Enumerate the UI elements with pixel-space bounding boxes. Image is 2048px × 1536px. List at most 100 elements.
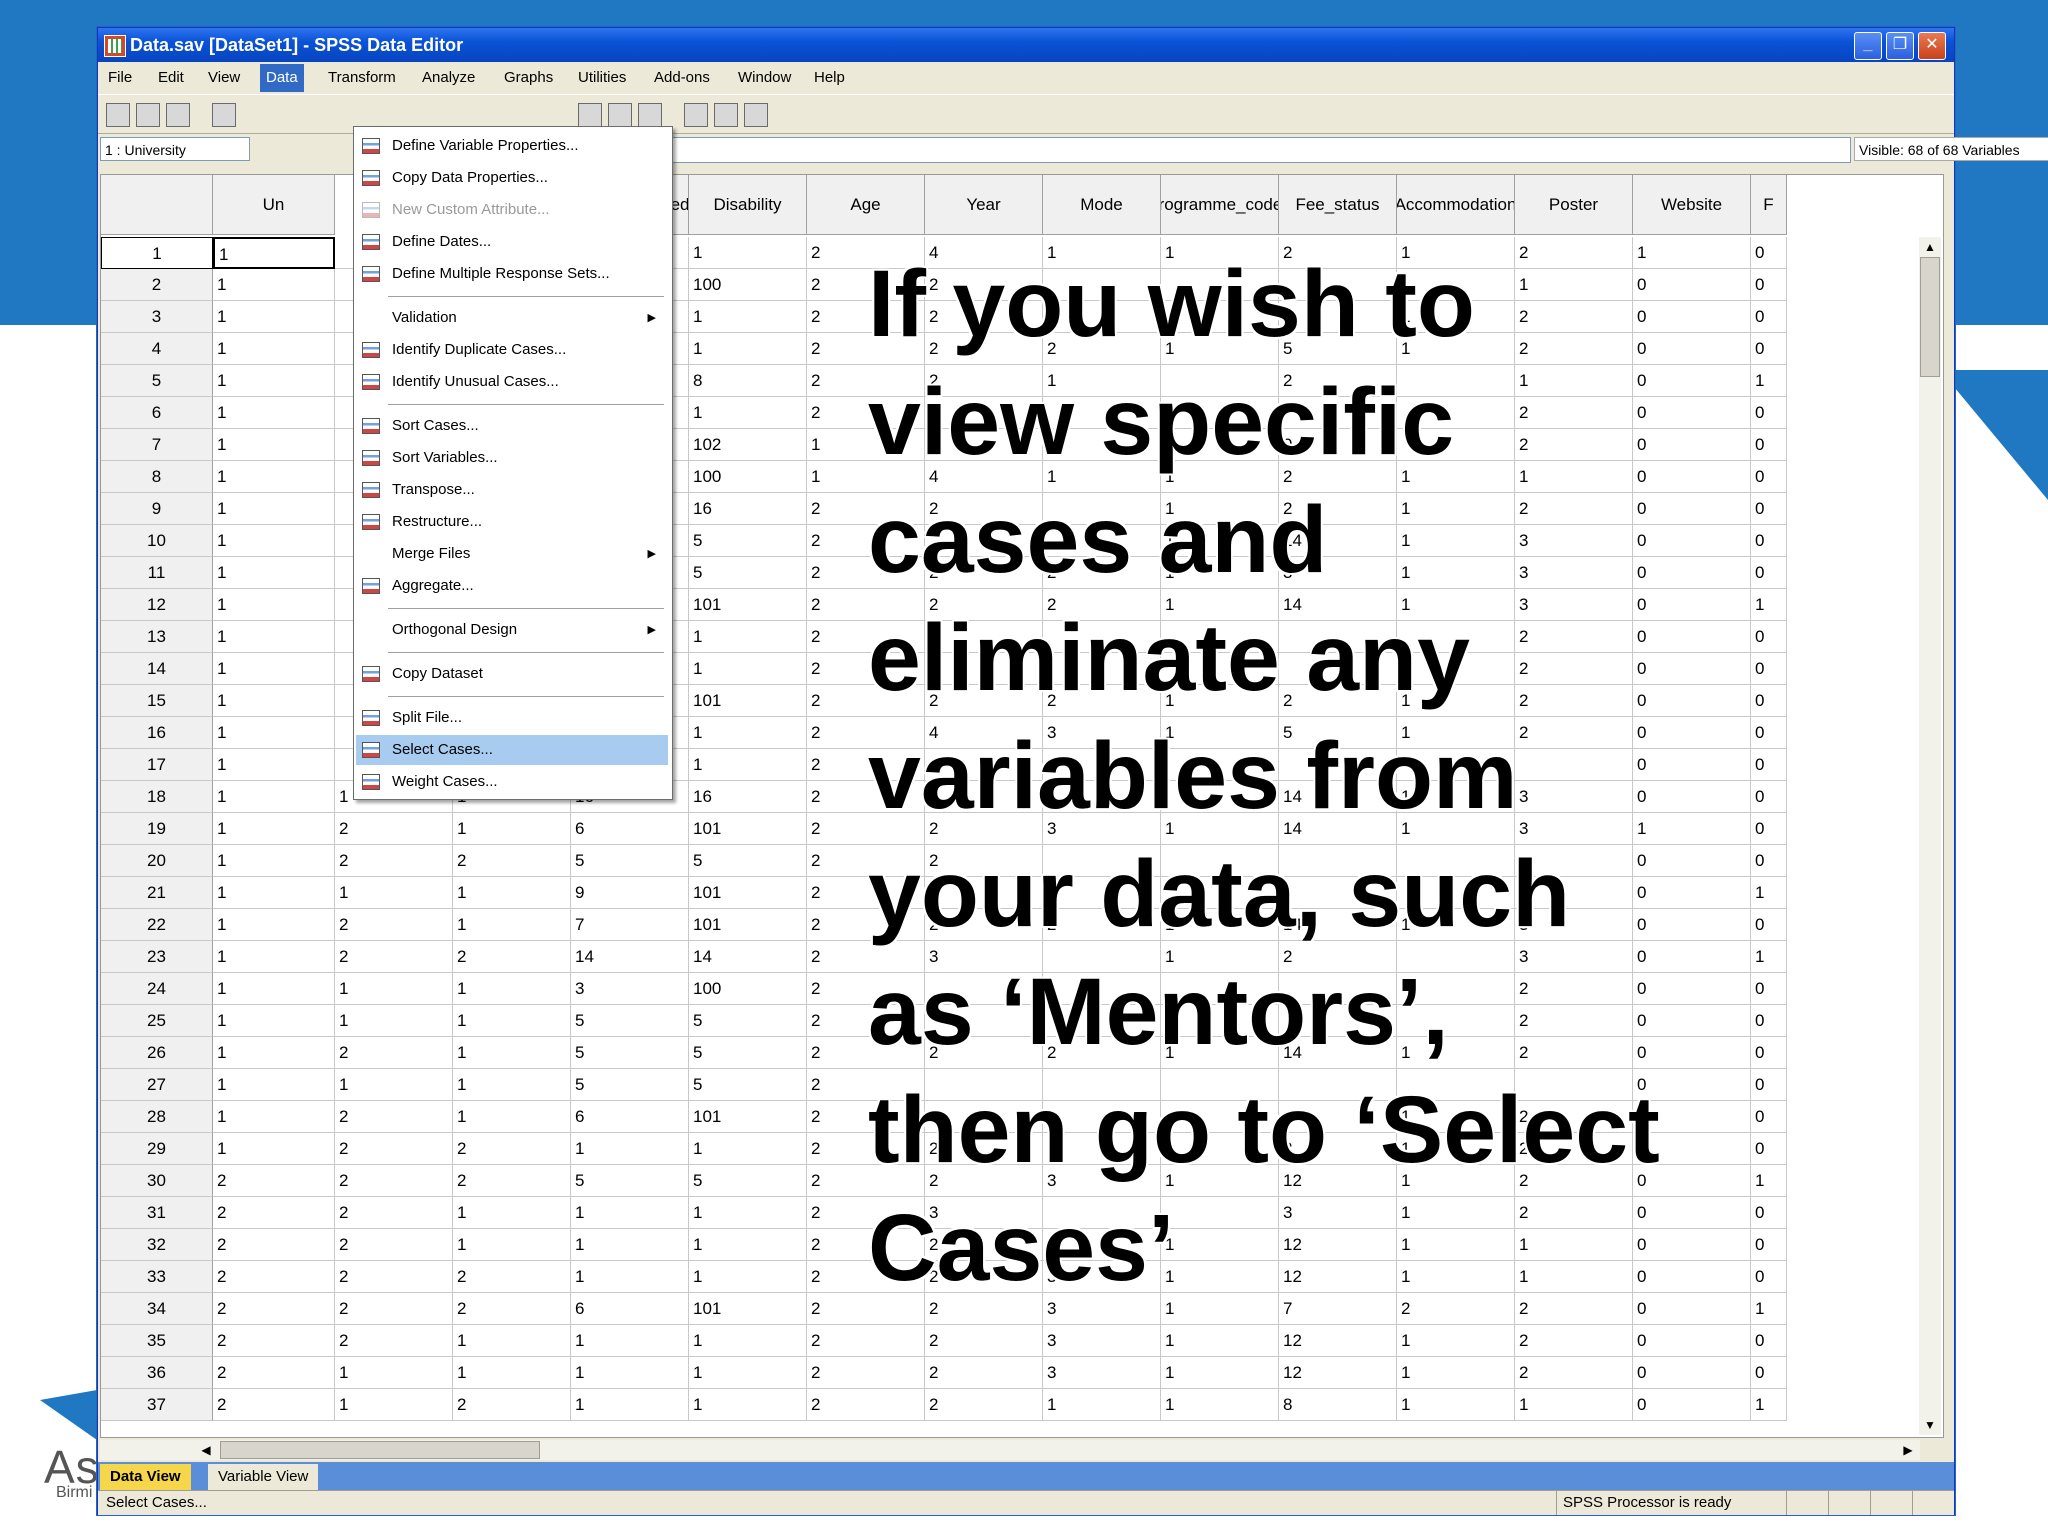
grid-cell[interactable]: 2: [335, 1165, 453, 1197]
close-button[interactable]: ✕: [1918, 32, 1946, 60]
menu-item-sort-variables[interactable]: Sort Variables...: [356, 443, 668, 473]
grid-cell[interactable]: 1: [213, 397, 335, 429]
grid-cell[interactable]: 3: [571, 973, 689, 1005]
grid-cell[interactable]: 0: [1633, 1389, 1751, 1421]
menu-edit[interactable]: Edit: [152, 64, 190, 92]
grid-cell[interactable]: 1: [213, 845, 335, 877]
grid-cell[interactable]: 2: [453, 941, 571, 973]
grid-cell[interactable]: 16: [689, 493, 807, 525]
row-header[interactable]: 14: [101, 653, 213, 685]
grid-cell[interactable]: 1: [213, 557, 335, 589]
column-header[interactable]: Fee_status: [1279, 175, 1397, 235]
grid-cell[interactable]: 2: [925, 1325, 1043, 1357]
row-header[interactable]: 4: [101, 333, 213, 365]
split-file-icon[interactable]: [578, 103, 602, 127]
scroll-up-icon[interactable]: ▲: [1919, 237, 1941, 257]
grid-cell[interactable]: 5: [689, 1037, 807, 1069]
dialog-recall-icon[interactable]: [212, 103, 236, 127]
grid-cell[interactable]: 1: [689, 237, 807, 269]
grid-cell[interactable]: 2: [213, 1261, 335, 1293]
menu-transform[interactable]: Transform: [322, 64, 402, 92]
grid-cell[interactable]: 1: [1751, 1389, 1787, 1421]
grid-cell[interactable]: 1: [213, 1069, 335, 1101]
column-header[interactable]: Poster: [1515, 175, 1633, 235]
grid-cell[interactable]: 1: [213, 1133, 335, 1165]
tab-data-view[interactable]: Data View: [100, 1464, 191, 1490]
grid-cell[interactable]: 1: [213, 269, 335, 301]
grid-cell[interactable]: 100: [689, 461, 807, 493]
column-header[interactable]: Mode: [1043, 175, 1161, 235]
grid-cell[interactable]: 2: [335, 1293, 453, 1325]
grid-cell[interactable]: 8: [689, 365, 807, 397]
grid-cell[interactable]: 2: [335, 813, 453, 845]
title-bar[interactable]: Data.sav [DataSet1] - SPSS Data Editor _…: [98, 28, 1954, 62]
grid-cell[interactable]: 1: [689, 1325, 807, 1357]
grid-cell[interactable]: 2: [335, 1197, 453, 1229]
grid-cell[interactable]: 1: [335, 1005, 453, 1037]
menu-item-validation[interactable]: Validation ▶: [356, 303, 668, 333]
row-header[interactable]: 33: [101, 1261, 213, 1293]
menu-item-aggregate[interactable]: Aggregate...: [356, 571, 668, 601]
grid-cell[interactable]: 2: [335, 941, 453, 973]
menu-graphs[interactable]: Graphs: [498, 64, 559, 92]
row-header[interactable]: 11: [101, 557, 213, 589]
grid-cell[interactable]: 9: [571, 877, 689, 909]
open-icon[interactable]: [106, 103, 130, 127]
grid-cell[interactable]: 1: [1161, 1389, 1279, 1421]
grid-cell[interactable]: 5: [689, 525, 807, 557]
menu-help[interactable]: Help: [808, 64, 851, 92]
grid-cell[interactable]: 5: [689, 845, 807, 877]
grid-cell[interactable]: 1: [453, 813, 571, 845]
grid-cell[interactable]: 3: [1043, 1325, 1161, 1357]
grid-cell[interactable]: 2: [1515, 1325, 1633, 1357]
menu-item-define-variable-properties[interactable]: Define Variable Properties...: [356, 131, 668, 161]
grid-cell[interactable]: 2: [335, 1101, 453, 1133]
grid-cell[interactable]: 5: [689, 557, 807, 589]
row-header[interactable]: 28: [101, 1101, 213, 1133]
grid-cell[interactable]: 1: [689, 1133, 807, 1165]
row-header[interactable]: 30: [101, 1165, 213, 1197]
menu-item-split-file[interactable]: Split File...: [356, 703, 668, 733]
grid-cell[interactable]: 0: [1751, 1325, 1787, 1357]
grid-cell[interactable]: 1: [1397, 1357, 1515, 1389]
grid-cell[interactable]: 1: [213, 685, 335, 717]
grid-cell[interactable]: 2: [213, 1389, 335, 1421]
grid-cell[interactable]: 1: [213, 589, 335, 621]
column-header[interactable]: Un: [213, 175, 335, 235]
grid-cell[interactable]: 1: [571, 1357, 689, 1389]
grid-cell[interactable]: 1: [689, 1389, 807, 1421]
column-header[interactable]: Disability: [689, 175, 807, 235]
grid-cell[interactable]: 1: [213, 525, 335, 557]
menu-item-copy-dataset[interactable]: Copy Dataset: [356, 659, 668, 689]
row-header[interactable]: 25: [101, 1005, 213, 1037]
row-header[interactable]: 3: [101, 301, 213, 333]
row-header[interactable]: 13: [101, 621, 213, 653]
grid-cell[interactable]: 101: [689, 877, 807, 909]
row-header[interactable]: 21: [101, 877, 213, 909]
grid-cell[interactable]: 1: [213, 301, 335, 333]
grid-cell[interactable]: 2: [213, 1197, 335, 1229]
grid-cell[interactable]: 2: [335, 1229, 453, 1261]
vertical-scrollbar[interactable]: ▲ ▼: [1919, 237, 1941, 1435]
grid-cell[interactable]: 1: [213, 429, 335, 461]
grid-cell[interactable]: 1: [453, 1037, 571, 1069]
grid-cell[interactable]: 1: [335, 973, 453, 1005]
grid-cell[interactable]: 2: [453, 1133, 571, 1165]
row-header[interactable]: 18: [101, 781, 213, 813]
grid-cell[interactable]: 1: [1397, 1325, 1515, 1357]
grid-cell[interactable]: 1: [1161, 1325, 1279, 1357]
grid-cell[interactable]: 6: [571, 1293, 689, 1325]
grid-cell[interactable]: 101: [689, 909, 807, 941]
row-header[interactable]: 9: [101, 493, 213, 525]
scroll-down-icon[interactable]: ▼: [1919, 1415, 1941, 1435]
grid-cell[interactable]: 101: [689, 1293, 807, 1325]
grid-cell[interactable]: 14: [689, 941, 807, 973]
grid-cell[interactable]: 5: [689, 1069, 807, 1101]
row-header[interactable]: 19: [101, 813, 213, 845]
column-header[interactable]: F: [1751, 175, 1787, 235]
grid-cell[interactable]: 1: [689, 333, 807, 365]
row-header[interactable]: 1: [101, 237, 213, 269]
grid-cell[interactable]: 1: [335, 877, 453, 909]
grid-cell[interactable]: 1: [213, 941, 335, 973]
grid-cell[interactable]: 1: [453, 1197, 571, 1229]
